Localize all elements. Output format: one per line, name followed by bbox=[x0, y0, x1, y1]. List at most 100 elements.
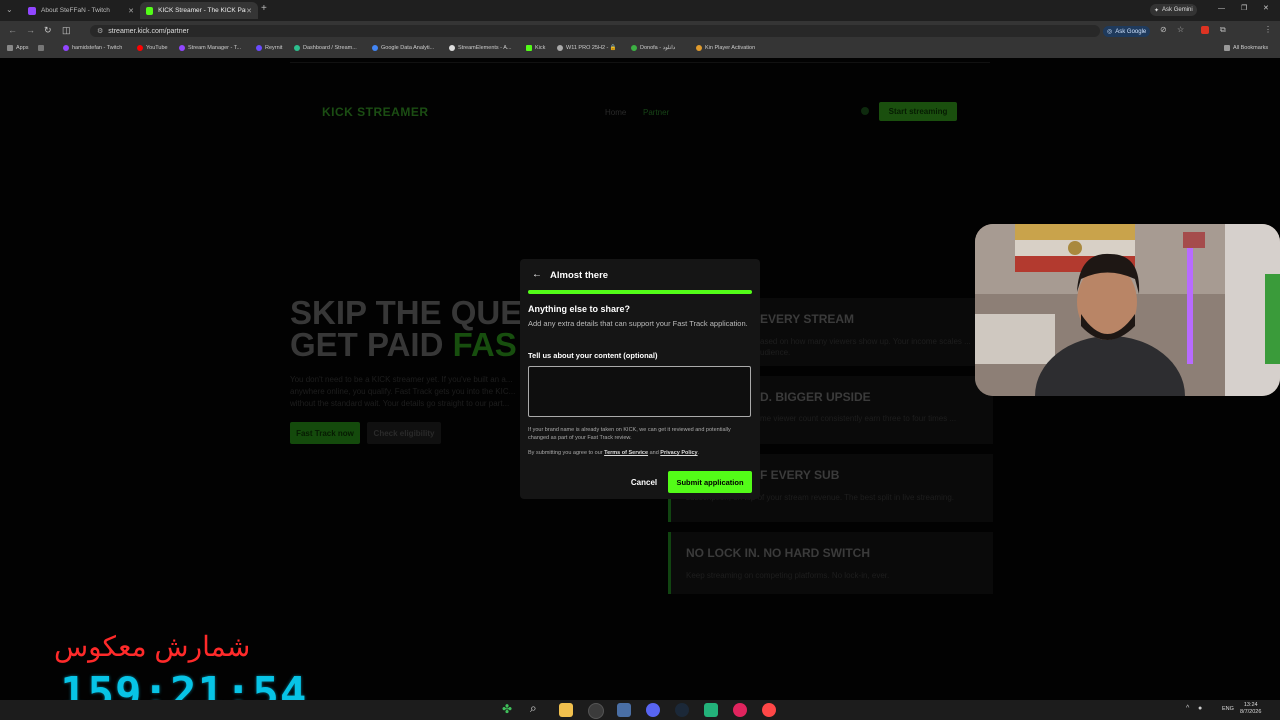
terms-of-service-link[interactable]: Terms of Service bbox=[604, 450, 648, 456]
countdown-label: شمارش معکوس bbox=[54, 631, 251, 662]
reload-icon[interactable]: ↻ bbox=[44, 25, 52, 36]
bookmark-streamelements[interactable]: StreamElements - A... bbox=[449, 45, 512, 51]
streamelements-icon bbox=[449, 45, 455, 51]
tab-title: KICK Streamer - The KICK Partn… bbox=[158, 7, 246, 14]
ask-gemini-label: Ask Gemini bbox=[1162, 7, 1193, 13]
gemini-icon: ✦ bbox=[1154, 7, 1160, 14]
bookmark-label: Kin Player Activation bbox=[705, 45, 756, 51]
webcam-image bbox=[975, 224, 1280, 396]
start-icon[interactable]: ✤ bbox=[502, 702, 516, 716]
bookmark-reyrnit[interactable]: Reyrnit bbox=[256, 45, 282, 51]
bookmark-kin-player[interactable]: Kin Player Activation bbox=[696, 45, 755, 51]
user-icon[interactable] bbox=[861, 107, 869, 115]
submit-application-button[interactable]: Submit application bbox=[668, 471, 752, 493]
terms-suffix: . bbox=[697, 450, 700, 456]
google-data-icon bbox=[372, 45, 378, 51]
start-streaming-button[interactable]: Start streaming bbox=[879, 102, 957, 121]
cancel-button[interactable]: Cancel bbox=[626, 472, 662, 492]
extensions-icon[interactable]: ⧉ bbox=[1220, 25, 1226, 35]
maximize-icon[interactable]: ❐ bbox=[1241, 4, 1247, 12]
bookmark-twitch[interactable]: hamidstefan - Twitch bbox=[63, 45, 122, 51]
bookmark-donofa[interactable]: Donofa - دانلود bbox=[631, 45, 675, 51]
twitch-icon bbox=[179, 45, 185, 51]
twitch-icon bbox=[63, 45, 69, 51]
chrome-icon[interactable] bbox=[588, 703, 604, 719]
minimize-icon[interactable]: — bbox=[1218, 5, 1225, 12]
reyrnit-icon bbox=[256, 45, 262, 51]
ea-icon[interactable] bbox=[762, 703, 776, 717]
apps-icon bbox=[7, 45, 13, 51]
forward-icon[interactable]: → bbox=[26, 25, 35, 35]
progress-bar bbox=[528, 290, 752, 294]
ask-google-button[interactable]: ◎ Ask Google bbox=[1103, 26, 1151, 37]
bookmark-label: Donofa - دانلود bbox=[640, 45, 676, 51]
dashboard-icon bbox=[294, 45, 300, 51]
bookmark-kick[interactable]: Kick bbox=[526, 45, 545, 51]
tab-kick-streamer[interactable]: KICK Streamer - The KICK Partn… ✕ bbox=[140, 2, 258, 19]
bookmark-stream-manager[interactable]: Stream Manager - T... bbox=[179, 45, 241, 51]
steam-icon[interactable] bbox=[675, 703, 689, 717]
nav-home[interactable]: Home bbox=[605, 108, 626, 117]
feature-card-4 bbox=[668, 532, 993, 594]
bookmark-youtube[interactable]: YouTube bbox=[137, 45, 168, 51]
clock[interactable]: 13:24 8/7/2026 bbox=[1240, 702, 1261, 716]
grid-icon bbox=[38, 45, 44, 51]
media-player-icon[interactable] bbox=[733, 703, 747, 717]
address-bar[interactable]: ⚙ streamer.kick.com/partner bbox=[90, 25, 1100, 37]
feature-card-text: Keep streaming on competing platforms. N… bbox=[686, 571, 890, 580]
ask-gemini-button[interactable]: ✦ Ask Gemini bbox=[1150, 4, 1197, 16]
clock-date: 8/7/2026 bbox=[1240, 709, 1262, 715]
star-icon[interactable]: ☆ bbox=[1177, 25, 1184, 34]
mic-icon[interactable]: ● bbox=[1198, 705, 1202, 712]
back-icon[interactable]: ← bbox=[8, 25, 17, 35]
bookmark-label: All Bookmarks bbox=[1233, 45, 1269, 51]
bookmark-label: Stream Manager - T... bbox=[188, 45, 242, 51]
bookmark-google-data[interactable]: Google Data Analyti... bbox=[372, 45, 434, 51]
privacy-policy-link[interactable]: Privacy Policy bbox=[660, 450, 697, 456]
app-icon[interactable] bbox=[617, 703, 631, 717]
audio-app-icon[interactable] bbox=[704, 703, 718, 717]
sidebar-icon[interactable]: ◫ bbox=[62, 25, 71, 36]
tab-twitch[interactable]: About SteFFaN - Twitch ✕ bbox=[22, 2, 140, 19]
new-tab-button[interactable]: + bbox=[261, 3, 267, 14]
close-window-icon[interactable]: ✕ bbox=[1263, 4, 1269, 12]
tab-list-icon[interactable]: ⌄ bbox=[6, 5, 13, 14]
discord-icon[interactable] bbox=[646, 703, 660, 717]
lens-icon: ◎ bbox=[1107, 29, 1113, 35]
twitch-icon bbox=[28, 6, 36, 15]
hide-icon[interactable]: ⊘ bbox=[1160, 25, 1167, 34]
question-description: Add any extra details that can support y… bbox=[528, 319, 748, 328]
kick-icon bbox=[146, 6, 154, 15]
feature-card-title: NO LOCK IN. NO HARD SWITCH bbox=[686, 546, 870, 560]
taskbar bbox=[0, 700, 1280, 720]
content-field-label: Tell us about your content (optional) bbox=[528, 351, 658, 360]
bookmark-w11[interactable]: W11 PRO 25H2 - 🔒 bbox=[557, 45, 617, 51]
close-icon[interactable]: ✕ bbox=[246, 7, 252, 15]
hero-text: You don't need to be a KICK streamer yet… bbox=[290, 375, 516, 408]
bookmark-label: Google Data Analyti... bbox=[381, 45, 435, 51]
all-bookmarks[interactable]: All Bookmarks bbox=[1224, 45, 1268, 51]
pdf-extension-icon[interactable] bbox=[1201, 26, 1209, 34]
file-explorer-icon[interactable] bbox=[559, 703, 573, 717]
terms-notice: By submitting you agree to our Terms of … bbox=[528, 450, 750, 456]
bookmark-apps[interactable]: Apps bbox=[7, 45, 29, 51]
search-icon[interactable]: ⌕ bbox=[530, 701, 544, 715]
check-eligibility-button[interactable]: Check eligibility bbox=[367, 422, 441, 444]
site-logo[interactable]: KICK STREAMER bbox=[322, 105, 429, 119]
fast-track-button[interactable]: Fast Track now bbox=[290, 422, 360, 444]
close-icon[interactable]: ✕ bbox=[128, 7, 134, 15]
kin-player-icon bbox=[696, 45, 702, 51]
hero-line-2-accent: FAS bbox=[452, 326, 517, 363]
language-indicator[interactable]: ENG bbox=[1222, 706, 1234, 712]
clock-time: 13:24 bbox=[1243, 702, 1258, 708]
donofa-icon bbox=[631, 45, 637, 51]
site-info-icon[interactable]: ⚙ bbox=[97, 27, 103, 35]
bookmark-dashboard[interactable]: Dashboard / Stream... bbox=[294, 45, 357, 51]
back-arrow-icon[interactable]: ← bbox=[532, 269, 542, 280]
content-textarea[interactable] bbox=[528, 366, 751, 417]
bookmark-grid[interactable] bbox=[38, 45, 47, 51]
nav-partner[interactable]: Partner bbox=[643, 108, 669, 117]
bookmark-label: W11 PRO 25H2 - 🔒 bbox=[566, 45, 617, 51]
tray-chevron-icon[interactable]: ^ bbox=[1186, 705, 1189, 712]
menu-icon[interactable]: ⋮ bbox=[1264, 25, 1272, 34]
